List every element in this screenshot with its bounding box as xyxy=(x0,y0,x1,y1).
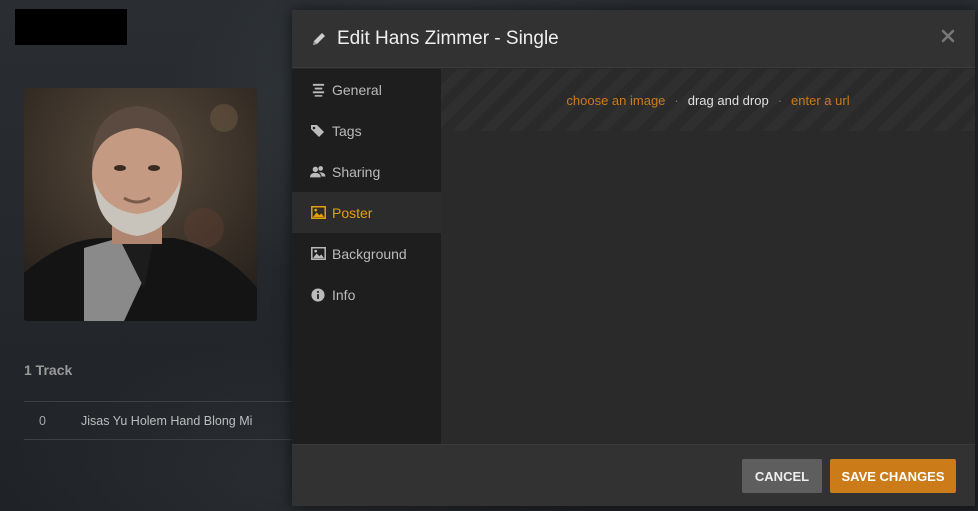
choose-image-link[interactable]: choose an image xyxy=(566,93,665,108)
nav-label-sharing: Sharing xyxy=(332,163,381,180)
track-row[interactable]: 0 Jisas Yu Holem Hand Blong Mi xyxy=(24,401,292,440)
modal-title: Edit Hans Zimmer - Single xyxy=(337,27,559,49)
image-icon xyxy=(310,246,326,262)
enter-url-link[interactable]: enter a url xyxy=(791,93,850,108)
nav-item-info[interactable]: Info xyxy=(292,274,441,315)
nav-label-poster: Poster xyxy=(332,204,373,221)
drag-drop-text: drag and drop xyxy=(687,92,769,108)
tag-icon xyxy=(310,123,326,139)
nav-label-general: General xyxy=(332,81,382,98)
poster-content: choose an image · drag and drop · enter … xyxy=(441,69,975,444)
modal-footer: CANCEL SAVE CHANGES xyxy=(292,444,975,506)
artist-photo xyxy=(24,88,257,321)
separator: · xyxy=(777,92,783,108)
edit-modal: Edit Hans Zimmer - Single General Tags S… xyxy=(292,10,975,506)
redacted-logo xyxy=(15,9,127,45)
nav-item-general[interactable]: General xyxy=(292,69,441,110)
save-changes-button[interactable]: SAVE CHANGES xyxy=(830,459,956,493)
nav-item-sharing[interactable]: Sharing xyxy=(292,151,441,192)
separator: · xyxy=(674,92,679,108)
nav-item-tags[interactable]: Tags xyxy=(292,110,441,151)
nav-label-tags: Tags xyxy=(332,122,362,139)
cancel-button[interactable]: CANCEL xyxy=(742,459,822,493)
nav-label-info: Info xyxy=(332,286,356,303)
modal-header: Edit Hans Zimmer - Single xyxy=(292,10,975,68)
info-icon xyxy=(310,287,326,303)
image-icon xyxy=(310,205,326,221)
tracks-heading: 1 Track xyxy=(24,362,73,378)
nav-item-poster[interactable]: Poster xyxy=(292,192,441,233)
image-dropzone[interactable]: choose an image · drag and drop · enter … xyxy=(441,69,975,131)
modal-sidebar: General Tags Sharing Poster Background I… xyxy=(292,69,441,444)
track-title: Jisas Yu Holem Hand Blong Mi xyxy=(81,413,253,428)
users-icon xyxy=(310,164,326,180)
list-icon xyxy=(310,82,326,98)
nav-item-background[interactable]: Background xyxy=(292,233,441,274)
nav-label-background: Background xyxy=(332,245,407,262)
pencil-icon xyxy=(311,31,327,47)
track-number: 0 xyxy=(39,413,46,428)
close-icon[interactable] xyxy=(941,29,955,43)
